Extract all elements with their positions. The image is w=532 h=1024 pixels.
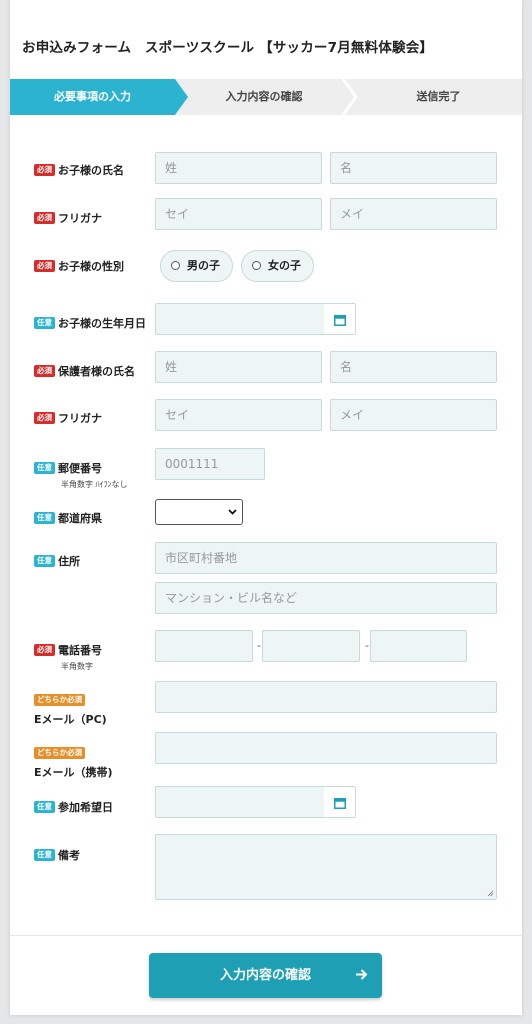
label-child-birthday: 任意 お子様の生年月日 bbox=[34, 312, 146, 331]
child-first-kana-input[interactable]: メイ bbox=[330, 198, 497, 230]
optional-badge: 任意 bbox=[34, 461, 55, 474]
label-child-gender: 必須 お子様の性別 bbox=[34, 255, 124, 274]
label-phone: 必須 電話番号 半角数字 bbox=[34, 639, 102, 672]
step-confirm: 入力内容の確認 bbox=[225, 90, 303, 103]
optional-badge: 任意 bbox=[34, 511, 55, 524]
gender-radio-girl[interactable]: 女の子 bbox=[241, 250, 314, 282]
label-guardian-kana: 必須 フリガナ bbox=[34, 407, 102, 426]
optional-badge: 任意 bbox=[34, 848, 55, 861]
phone-part2-input[interactable] bbox=[262, 630, 360, 662]
label-address: 任意 住所 bbox=[34, 550, 80, 569]
phone-separator: - bbox=[257, 639, 261, 652]
email-mobile-input[interactable] bbox=[155, 732, 497, 764]
calendar-icon bbox=[334, 798, 346, 809]
preferred-date-input[interactable] bbox=[155, 786, 325, 818]
label-postal-code: 任意 郵便番号 半角数字 ﾊｲﾌﾝなし bbox=[34, 457, 128, 490]
guardian-last-name-input[interactable]: 姓 bbox=[155, 351, 322, 383]
label-child-kana: 必須 フリガナ bbox=[34, 207, 102, 226]
child-last-kana-input[interactable]: セイ bbox=[155, 198, 322, 230]
calendar-button[interactable] bbox=[324, 303, 356, 335]
form-card: お申込みフォーム スポーツスクール 【サッカー7月無料体験会】 必要事項の入力 … bbox=[10, 0, 522, 1015]
prefecture-select[interactable] bbox=[155, 499, 243, 525]
optional-badge: 任意 bbox=[34, 800, 55, 813]
phone-part1-input[interactable] bbox=[155, 630, 253, 662]
label-preferred-date: 任意 参加希望日 bbox=[34, 796, 113, 815]
label-email-mobile: どちらか必須 Eメール（携帯) bbox=[34, 746, 113, 779]
chevron-down-icon bbox=[228, 509, 237, 515]
optional-badge: 任意 bbox=[34, 316, 55, 329]
required-badge: 必須 bbox=[34, 211, 55, 224]
postal-code-input[interactable]: 0001111 bbox=[155, 448, 265, 480]
progress-steps: 必要事項の入力 入力内容の確認 送信完了 bbox=[10, 79, 522, 115]
child-first-name-input[interactable]: 名 bbox=[330, 152, 497, 184]
arrow-right-icon bbox=[356, 969, 368, 980]
email-pc-input[interactable] bbox=[155, 681, 497, 713]
radio-button-icon bbox=[252, 261, 261, 270]
step-complete: 送信完了 bbox=[416, 90, 461, 103]
radio-button-icon bbox=[171, 261, 180, 270]
footer-divider bbox=[10, 935, 522, 936]
required-badge: 必須 bbox=[34, 163, 55, 176]
remarks-textarea[interactable] bbox=[155, 834, 497, 900]
label-guardian-name: 必須 保護者様の氏名 bbox=[34, 360, 135, 379]
either-required-badge: どちらか必須 bbox=[34, 693, 85, 706]
step-input: 必要事項の入力 bbox=[54, 90, 131, 103]
phone-note: 半角数字 bbox=[61, 662, 93, 671]
optional-badge: 任意 bbox=[34, 554, 55, 567]
calendar-button[interactable] bbox=[324, 786, 356, 818]
gender-radio-boy[interactable]: 男の子 bbox=[160, 250, 233, 282]
label-child-name: 必須 お子様の氏名 bbox=[34, 159, 124, 178]
child-last-name-input[interactable]: 姓 bbox=[155, 152, 322, 184]
guardian-last-kana-input[interactable]: セイ bbox=[155, 399, 322, 431]
guardian-first-name-input[interactable]: 名 bbox=[330, 351, 497, 383]
guardian-first-kana-input[interactable]: メイ bbox=[330, 399, 497, 431]
label-email-pc: どちらか必須 Eメール（PC) bbox=[34, 693, 107, 726]
calendar-icon bbox=[334, 315, 346, 326]
required-badge: 必須 bbox=[34, 259, 55, 272]
phone-separator: - bbox=[365, 639, 369, 652]
label-prefecture: 任意 都道府県 bbox=[34, 507, 102, 526]
child-birthday-input[interactable] bbox=[155, 303, 325, 335]
label-remarks: 任意 備考 bbox=[34, 844, 80, 863]
required-badge: 必須 bbox=[34, 411, 55, 424]
resize-grip-icon[interactable] bbox=[487, 890, 494, 897]
address-line1-input[interactable]: 市区町村番地 bbox=[155, 542, 497, 574]
confirm-submit-button[interactable]: 入力内容の確認 bbox=[149, 953, 382, 998]
address-line2-input[interactable]: マンション・ビル名など bbox=[155, 582, 497, 614]
form-title: お申込みフォーム スポーツスクール 【サッカー7月無料体験会】 bbox=[22, 40, 434, 56]
postal-code-note: 半角数字 ﾊｲﾌﾝなし bbox=[61, 480, 128, 489]
either-required-badge: どちらか必須 bbox=[34, 746, 85, 759]
phone-part3-input[interactable] bbox=[370, 630, 467, 662]
required-badge: 必須 bbox=[34, 364, 55, 377]
required-badge: 必須 bbox=[34, 643, 55, 656]
